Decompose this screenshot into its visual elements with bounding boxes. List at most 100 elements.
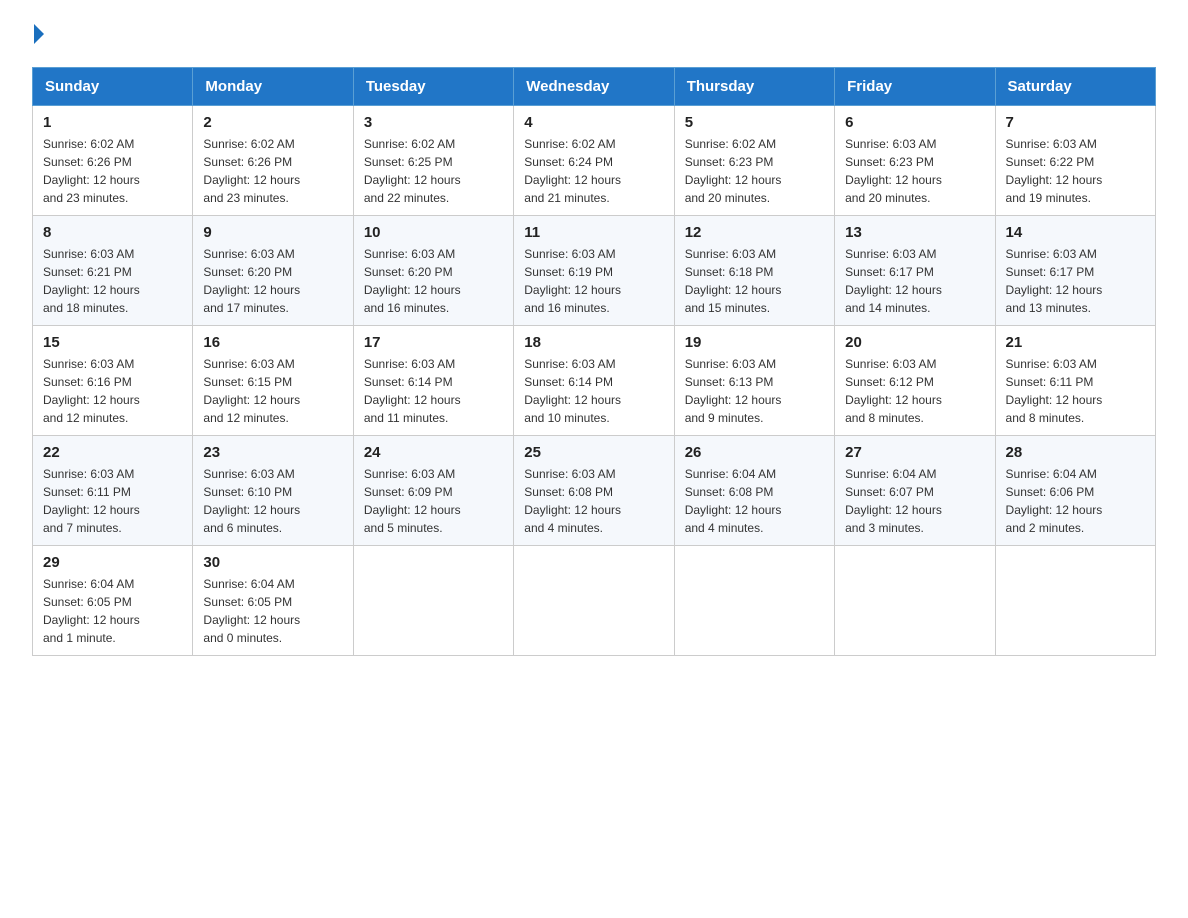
- day-info: Sunrise: 6:03 AMSunset: 6:14 PMDaylight:…: [364, 357, 461, 425]
- day-number: 18: [524, 334, 663, 351]
- day-info: Sunrise: 6:03 AMSunset: 6:16 PMDaylight:…: [43, 357, 140, 425]
- day-info: Sunrise: 6:03 AMSunset: 6:14 PMDaylight:…: [524, 357, 621, 425]
- day-number: 9: [203, 224, 342, 241]
- calendar-cell: 11 Sunrise: 6:03 AMSunset: 6:19 PMDayligh…: [514, 216, 674, 326]
- logo: [32, 24, 44, 49]
- day-info: Sunrise: 6:03 AMSunset: 6:15 PMDaylight:…: [203, 357, 300, 425]
- calendar-header: Sunday Monday Tuesday Wednesday Thursday…: [33, 68, 1156, 106]
- calendar-cell: 10 Sunrise: 6:03 AMSunset: 6:20 PMDayligh…: [353, 216, 513, 326]
- day-number: 16: [203, 334, 342, 351]
- calendar-cell: [353, 546, 513, 656]
- calendar-cell: 24 Sunrise: 6:03 AMSunset: 6:09 PMDayligh…: [353, 436, 513, 546]
- day-number: 14: [1006, 224, 1145, 241]
- day-number: 13: [845, 224, 984, 241]
- day-info: Sunrise: 6:04 AMSunset: 6:07 PMDaylight:…: [845, 467, 942, 535]
- calendar-cell: 5 Sunrise: 6:02 AMSunset: 6:23 PMDaylight…: [674, 106, 834, 216]
- calendar-cell: 7Sunrise: 6:03 AMSunset: 6:22 PMDaylight…: [995, 106, 1155, 216]
- day-number: 27: [845, 444, 984, 461]
- header-friday: Friday: [835, 68, 995, 106]
- day-number: 11: [524, 224, 663, 241]
- day-info: Sunrise: 6:04 AMSunset: 6:05 PMDaylight:…: [43, 577, 140, 645]
- calendar-cell: 21Sunrise: 6:03 AMSunset: 6:11 PMDayligh…: [995, 326, 1155, 436]
- week-row-1: 1Sunrise: 6:02 AMSunset: 6:26 PMDaylight…: [33, 106, 1156, 216]
- calendar-cell: 18 Sunrise: 6:03 AMSunset: 6:14 PMDayligh…: [514, 326, 674, 436]
- week-row-5: 29 Sunrise: 6:04 AMSunset: 6:05 PMDayligh…: [33, 546, 1156, 656]
- day-info: Sunrise: 6:03 AMSunset: 6:20 PMDaylight:…: [364, 247, 461, 315]
- calendar-cell: 16 Sunrise: 6:03 AMSunset: 6:15 PMDayligh…: [193, 326, 353, 436]
- calendar-cell: 25Sunrise: 6:03 AMSunset: 6:08 PMDayligh…: [514, 436, 674, 546]
- calendar-cell: 30 Sunrise: 6:04 AMSunset: 6:05 PMDayligh…: [193, 546, 353, 656]
- day-number: 28: [1006, 444, 1145, 461]
- day-info: Sunrise: 6:03 AMSunset: 6:21 PMDaylight:…: [43, 247, 140, 315]
- day-info: Sunrise: 6:04 AMSunset: 6:08 PMDaylight:…: [685, 467, 782, 535]
- day-number: 10: [364, 224, 503, 241]
- day-info: Sunrise: 6:03 AMSunset: 6:11 PMDaylight:…: [1006, 357, 1103, 425]
- day-info: Sunrise: 6:03 AMSunset: 6:17 PMDaylight:…: [845, 247, 942, 315]
- day-info: Sunrise: 6:04 AMSunset: 6:06 PMDaylight:…: [1006, 467, 1103, 535]
- day-info: Sunrise: 6:03 AMSunset: 6:10 PMDaylight:…: [203, 467, 300, 535]
- day-number: 3: [364, 114, 503, 131]
- day-info: Sunrise: 6:03 AMSunset: 6:19 PMDaylight:…: [524, 247, 621, 315]
- day-number: 30: [203, 554, 342, 571]
- week-row-4: 22Sunrise: 6:03 AMSunset: 6:11 PMDayligh…: [33, 436, 1156, 546]
- day-info: Sunrise: 6:03 AMSunset: 6:20 PMDaylight:…: [203, 247, 300, 315]
- header-thursday: Thursday: [674, 68, 834, 106]
- day-number: 6: [845, 114, 984, 131]
- day-info: Sunrise: 6:03 AMSunset: 6:18 PMDaylight:…: [685, 247, 782, 315]
- day-info: Sunrise: 6:03 AMSunset: 6:17 PMDaylight:…: [1006, 247, 1103, 315]
- day-number: 1: [43, 114, 182, 131]
- day-number: 12: [685, 224, 824, 241]
- day-info: Sunrise: 6:03 AMSunset: 6:08 PMDaylight:…: [524, 467, 621, 535]
- calendar-cell: 12 Sunrise: 6:03 AMSunset: 6:18 PMDayligh…: [674, 216, 834, 326]
- calendar-cell: 29 Sunrise: 6:04 AMSunset: 6:05 PMDayligh…: [33, 546, 193, 656]
- day-number: 29: [43, 554, 182, 571]
- calendar-cell: [835, 546, 995, 656]
- calendar-cell: 4Sunrise: 6:02 AMSunset: 6:24 PMDaylight…: [514, 106, 674, 216]
- calendar-cell: 8 Sunrise: 6:03 AMSunset: 6:21 PMDaylight…: [33, 216, 193, 326]
- day-info: Sunrise: 6:02 AMSunset: 6:25 PMDaylight:…: [364, 137, 461, 205]
- header-sunday: Sunday: [33, 68, 193, 106]
- days-row: Sunday Monday Tuesday Wednesday Thursday…: [33, 68, 1156, 106]
- day-info: Sunrise: 6:03 AMSunset: 6:12 PMDaylight:…: [845, 357, 942, 425]
- calendar-table: Sunday Monday Tuesday Wednesday Thursday…: [32, 67, 1156, 656]
- calendar-cell: 2Sunrise: 6:02 AMSunset: 6:26 PMDaylight…: [193, 106, 353, 216]
- day-number: 8: [43, 224, 182, 241]
- day-info: Sunrise: 6:03 AMSunset: 6:13 PMDaylight:…: [685, 357, 782, 425]
- day-number: 5: [685, 114, 824, 131]
- day-number: 22: [43, 444, 182, 461]
- page-header: [32, 24, 1156, 49]
- day-number: 4: [524, 114, 663, 131]
- day-info: Sunrise: 6:04 AMSunset: 6:05 PMDaylight:…: [203, 577, 300, 645]
- day-number: 20: [845, 334, 984, 351]
- logo-triangle-icon: [34, 24, 44, 44]
- calendar-cell: [674, 546, 834, 656]
- calendar-cell: 27 Sunrise: 6:04 AMSunset: 6:07 PMDayligh…: [835, 436, 995, 546]
- calendar-cell: 23 Sunrise: 6:03 AMSunset: 6:10 PMDayligh…: [193, 436, 353, 546]
- day-number: 23: [203, 444, 342, 461]
- day-info: Sunrise: 6:02 AMSunset: 6:23 PMDaylight:…: [685, 137, 782, 205]
- calendar-cell: 17 Sunrise: 6:03 AMSunset: 6:14 PMDayligh…: [353, 326, 513, 436]
- calendar-cell: [995, 546, 1155, 656]
- calendar-cell: 6Sunrise: 6:03 AMSunset: 6:23 PMDaylight…: [835, 106, 995, 216]
- day-number: 26: [685, 444, 824, 461]
- day-info: Sunrise: 6:03 AMSunset: 6:09 PMDaylight:…: [364, 467, 461, 535]
- day-number: 15: [43, 334, 182, 351]
- calendar-body: 1Sunrise: 6:02 AMSunset: 6:26 PMDaylight…: [33, 106, 1156, 656]
- day-number: 17: [364, 334, 503, 351]
- day-number: 24: [364, 444, 503, 461]
- calendar-cell: 26 Sunrise: 6:04 AMSunset: 6:08 PMDayligh…: [674, 436, 834, 546]
- calendar-cell: 28 Sunrise: 6:04 AMSunset: 6:06 PMDayligh…: [995, 436, 1155, 546]
- header-saturday: Saturday: [995, 68, 1155, 106]
- day-number: 2: [203, 114, 342, 131]
- day-number: 7: [1006, 114, 1145, 131]
- header-wednesday: Wednesday: [514, 68, 674, 106]
- calendar-cell: 20 Sunrise: 6:03 AMSunset: 6:12 PMDayligh…: [835, 326, 995, 436]
- calendar-cell: 14 Sunrise: 6:03 AMSunset: 6:17 PMDayligh…: [995, 216, 1155, 326]
- calendar-cell: 13 Sunrise: 6:03 AMSunset: 6:17 PMDayligh…: [835, 216, 995, 326]
- calendar-cell: 3 Sunrise: 6:02 AMSunset: 6:25 PMDaylight…: [353, 106, 513, 216]
- calendar-cell: 19Sunrise: 6:03 AMSunset: 6:13 PMDayligh…: [674, 326, 834, 436]
- week-row-3: 15 Sunrise: 6:03 AMSunset: 6:16 PMDayligh…: [33, 326, 1156, 436]
- calendar-cell: 1Sunrise: 6:02 AMSunset: 6:26 PMDaylight…: [33, 106, 193, 216]
- header-monday: Monday: [193, 68, 353, 106]
- calendar-cell: 22Sunrise: 6:03 AMSunset: 6:11 PMDayligh…: [33, 436, 193, 546]
